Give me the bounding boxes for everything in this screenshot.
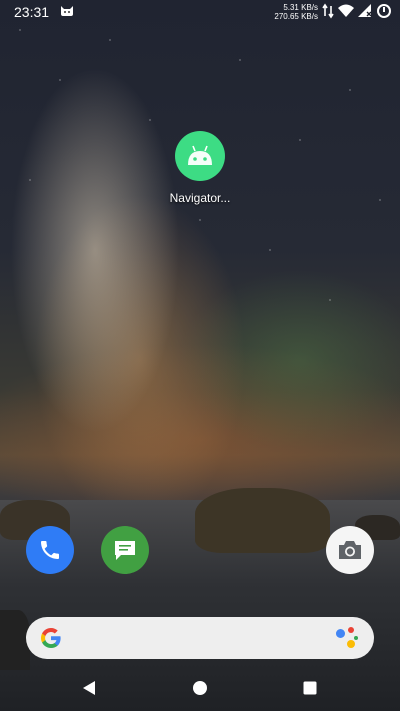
signal-icon <box>358 4 372 17</box>
android-icon <box>188 145 212 165</box>
message-icon <box>115 541 135 560</box>
camera-app-button[interactable] <box>326 526 374 574</box>
notification-cat-icon <box>61 6 73 16</box>
phone-app-button[interactable] <box>26 526 74 574</box>
navigation-bar <box>0 665 400 711</box>
home-button[interactable] <box>189 677 211 699</box>
wallpaper <box>0 0 400 711</box>
status-time: 23:31 <box>14 4 50 20</box>
android-app-icon-bg <box>175 131 225 181</box>
upload-speed: 5.31 KB/s <box>283 3 318 12</box>
recents-button[interactable] <box>299 677 321 699</box>
recents-icon <box>303 681 317 695</box>
network-speed: 5.31 KB/s 270.65 KB/s <box>274 3 318 21</box>
app-label: Navigator... <box>169 191 231 205</box>
back-icon <box>83 681 95 695</box>
app-shortcut-navigator[interactable]: Navigator... <box>166 131 234 205</box>
camera-icon <box>339 541 361 559</box>
wifi-icon <box>338 4 354 17</box>
back-button[interactable] <box>78 677 100 699</box>
starry-sky <box>0 0 400 500</box>
google-g-icon <box>41 628 61 648</box>
download-speed: 270.65 KB/s <box>274 12 318 21</box>
rock <box>195 488 330 553</box>
battery-saver-icon <box>377 4 391 18</box>
status-bar: 23:31 5.31 KB/s 270.65 KB/s <box>0 0 400 24</box>
google-search-bar[interactable] <box>26 617 374 659</box>
status-icons <box>322 3 392 19</box>
data-transfer-icon <box>322 3 334 19</box>
home-icon <box>193 681 207 695</box>
messages-app-button[interactable] <box>101 526 149 574</box>
assistant-icon[interactable] <box>336 627 358 649</box>
phone-icon <box>41 541 59 559</box>
